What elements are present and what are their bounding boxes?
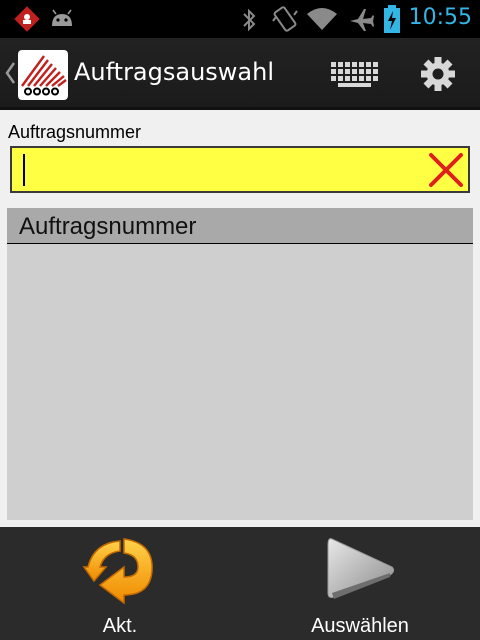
airplane-icon	[350, 9, 374, 31]
text-caret	[23, 154, 25, 186]
bluetooth-icon	[243, 8, 256, 32]
select-label: Auswählen	[311, 615, 409, 637]
bottom-bar: Akt. Auswählen	[0, 527, 480, 640]
order-number-label: Auftragsnummer	[8, 122, 142, 142]
battery-charging-icon	[384, 5, 400, 33]
android-debug-icon	[52, 9, 72, 26]
action-bar: Auftragsauswahl	[0, 38, 480, 110]
order-list[interactable]: Auftragsnummer	[7, 208, 473, 520]
refresh-arrow-icon	[82, 538, 153, 605]
list-header: Auftragsnummer	[7, 208, 473, 244]
vibrate-icon	[272, 6, 298, 32]
list-header-label: Auftragsnummer	[19, 213, 197, 240]
status-bar: 10:55	[0, 0, 480, 38]
clear-icon[interactable]	[426, 150, 466, 190]
wifi-icon	[307, 8, 337, 30]
refresh-label: Akt.	[102, 615, 138, 637]
keyboard-icon[interactable]	[329, 60, 379, 88]
notification-app-icon	[14, 6, 40, 32]
order-number-input[interactable]	[10, 146, 470, 193]
app-logo[interactable]	[18, 50, 68, 100]
play-arrow-icon	[327, 538, 395, 599]
select-button[interactable]: Auswählen	[240, 527, 480, 640]
page-title: Auftragsauswahl	[74, 58, 275, 86]
refresh-button[interactable]: Akt.	[0, 527, 240, 640]
status-time: 10:55	[408, 5, 472, 30]
main-content: Auftragsnummer Auftragsnummer	[0, 110, 480, 527]
up-chevron-icon[interactable]	[4, 61, 16, 85]
gear-icon[interactable]	[420, 56, 456, 92]
